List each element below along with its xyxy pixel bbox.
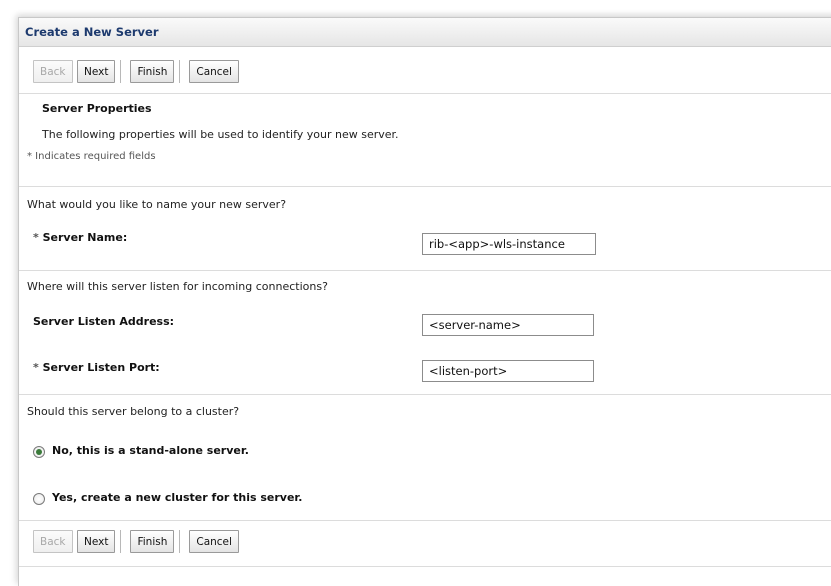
listen-port-label: * Server Listen Port: <box>33 361 160 374</box>
server-name-label: * Server Name: <box>33 231 128 244</box>
name-question: What would you like to name your new ser… <box>27 198 287 211</box>
divider <box>19 394 831 395</box>
standalone-radio[interactable] <box>33 446 45 458</box>
panel-title: Create a New Server <box>25 25 159 39</box>
divider <box>19 566 831 567</box>
bottom-button-bar: Back Next Finish Cancel <box>33 530 240 553</box>
standalone-option-label[interactable]: No, this is a stand-alone server. <box>52 444 249 457</box>
cancel-button-bottom[interactable]: Cancel <box>189 530 239 553</box>
new-cluster-option-label[interactable]: Yes, create a new cluster for this serve… <box>52 491 302 504</box>
next-button-top[interactable]: Next <box>77 60 116 83</box>
cluster-question: Should this server belong to a cluster? <box>27 405 240 418</box>
divider <box>19 93 831 94</box>
new-cluster-radio[interactable] <box>33 493 45 505</box>
finish-button-bottom[interactable]: Finish <box>130 530 175 553</box>
button-divider <box>119 530 125 553</box>
required-marker: * <box>33 231 39 244</box>
cancel-button-top[interactable]: Cancel <box>189 60 239 83</box>
panel-title-bar: Create a New Server <box>19 18 831 47</box>
top-button-bar: Back Next Finish Cancel <box>33 60 240 83</box>
required-marker: * <box>33 361 39 374</box>
back-button-top[interactable]: Back <box>33 60 73 83</box>
divider <box>19 186 831 187</box>
divider <box>19 520 831 521</box>
create-server-panel: Create a New Server Back Next Finish Can… <box>18 17 831 586</box>
button-divider <box>178 530 184 553</box>
button-divider <box>119 60 125 83</box>
required-fields-note: * Indicates required fields <box>27 151 156 162</box>
finish-button-top[interactable]: Finish <box>130 60 175 83</box>
button-divider <box>178 60 184 83</box>
listen-port-input[interactable] <box>422 360 594 382</box>
listen-address-label: Server Listen Address: <box>33 315 175 328</box>
section-description: The following properties will be used to… <box>42 128 399 141</box>
next-button-bottom[interactable]: Next <box>77 530 116 553</box>
server-name-input[interactable] <box>422 233 596 255</box>
listen-question: Where will this server listen for incomi… <box>27 280 328 293</box>
section-heading: Server Properties <box>42 102 152 115</box>
divider <box>19 270 831 271</box>
listen-address-input[interactable] <box>422 314 594 336</box>
back-button-bottom[interactable]: Back <box>33 530 73 553</box>
